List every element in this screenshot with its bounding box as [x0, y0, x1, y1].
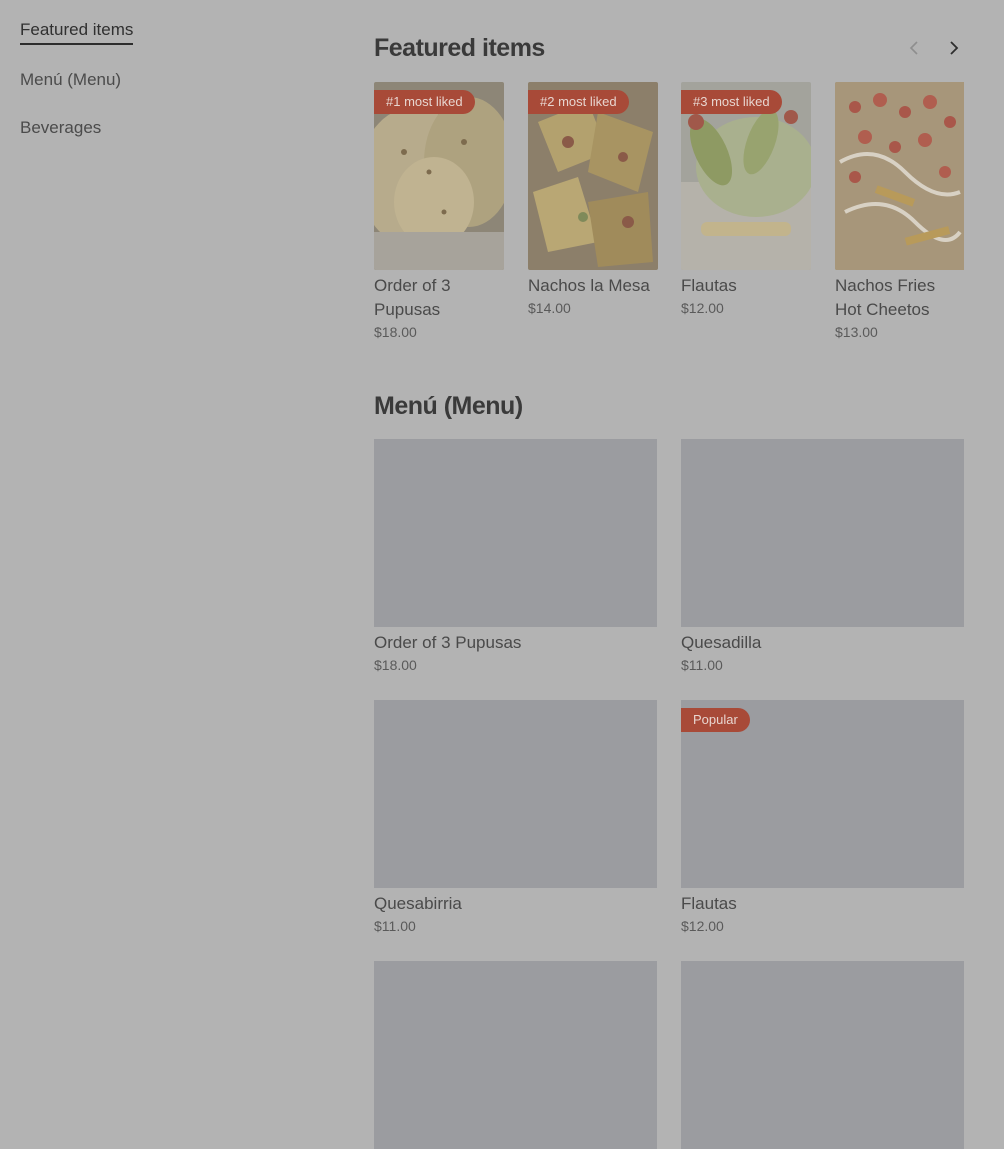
item-name: Nachos la Mesa: [528, 276, 650, 295]
food-image-nachos-fries: [835, 82, 964, 270]
category-sidebar: Featured items Menú (Menu) Beverages: [20, 20, 320, 166]
featured-item-card[interactable]: #3 most liked Flautas $12.00: [681, 82, 811, 316]
menu-item-card[interactable]: Quesadilla $11.00: [681, 439, 964, 673]
sidebar-item-featured-items[interactable]: Featured items: [20, 20, 134, 45]
rank-badge: #1 most liked: [374, 90, 475, 114]
item-image-placeholder: Popular: [681, 700, 964, 888]
featured-carousel: #1 most liked Order of 3 Pupusas $18.00 …: [374, 82, 964, 362]
item-price: $11.00: [374, 918, 416, 934]
item-name: Order of 3 Pupusas: [374, 633, 522, 652]
item-price: $14.00: [528, 300, 571, 316]
featured-item-card[interactable]: Nachos Fries Hot Cheetos $13.00: [835, 82, 964, 340]
featured-item-card[interactable]: #1 most liked Order of 3 Pupusas $18.00: [374, 82, 504, 340]
item-name: Quesadilla: [681, 633, 762, 652]
chevron-left-icon[interactable]: [904, 36, 924, 60]
item-name: Nachos Fries Hot Cheetos: [835, 276, 936, 319]
item-name: Flautas: [681, 276, 737, 295]
item-price: $18.00: [374, 324, 417, 340]
sidebar-item-menu[interactable]: Menú (Menu): [20, 70, 121, 93]
popular-badge: Popular: [681, 708, 750, 732]
menu-item-card[interactable]: [681, 961, 964, 1149]
item-name: Quesabirria: [374, 894, 462, 913]
item-price: $13.00: [835, 324, 878, 340]
item-name: Order of 3 Pupusas: [374, 276, 451, 319]
food-image-nachos: #2 most liked: [528, 82, 658, 270]
featured-item-card[interactable]: #2 most liked Nachos la Mesa $14.00: [528, 82, 658, 316]
item-image-placeholder: [374, 700, 657, 888]
item-image-placeholder: [374, 439, 657, 627]
sidebar-item-beverages[interactable]: Beverages: [20, 118, 101, 141]
item-name: Flautas: [681, 894, 737, 913]
menu-item-card[interactable]: Popular Flautas $12.00: [681, 700, 964, 934]
rank-badge: #2 most liked: [528, 90, 629, 114]
item-image-placeholder: [681, 439, 964, 627]
item-price: $11.00: [681, 657, 723, 673]
carousel-nav: [904, 36, 964, 60]
menu-item-card[interactable]: [374, 961, 657, 1149]
item-price: $18.00: [374, 657, 417, 673]
food-image-flautas: #3 most liked: [681, 82, 811, 270]
rank-badge: #3 most liked: [681, 90, 782, 114]
menu-item-card[interactable]: Quesabirria $11.00: [374, 700, 657, 934]
featured-section-title: Featured items: [374, 34, 545, 62]
featured-header: Featured items: [374, 34, 964, 66]
item-price: $12.00: [681, 300, 724, 316]
food-image-pupusas: #1 most liked: [374, 82, 504, 270]
menu-item-card[interactable]: Order of 3 Pupusas $18.00: [374, 439, 657, 673]
item-price: $12.00: [681, 918, 724, 934]
item-image-placeholder: [681, 961, 964, 1149]
item-image-placeholder: [374, 961, 657, 1149]
menu-section-title: Menú (Menu): [374, 392, 523, 420]
chevron-right-icon[interactable]: [944, 36, 964, 60]
